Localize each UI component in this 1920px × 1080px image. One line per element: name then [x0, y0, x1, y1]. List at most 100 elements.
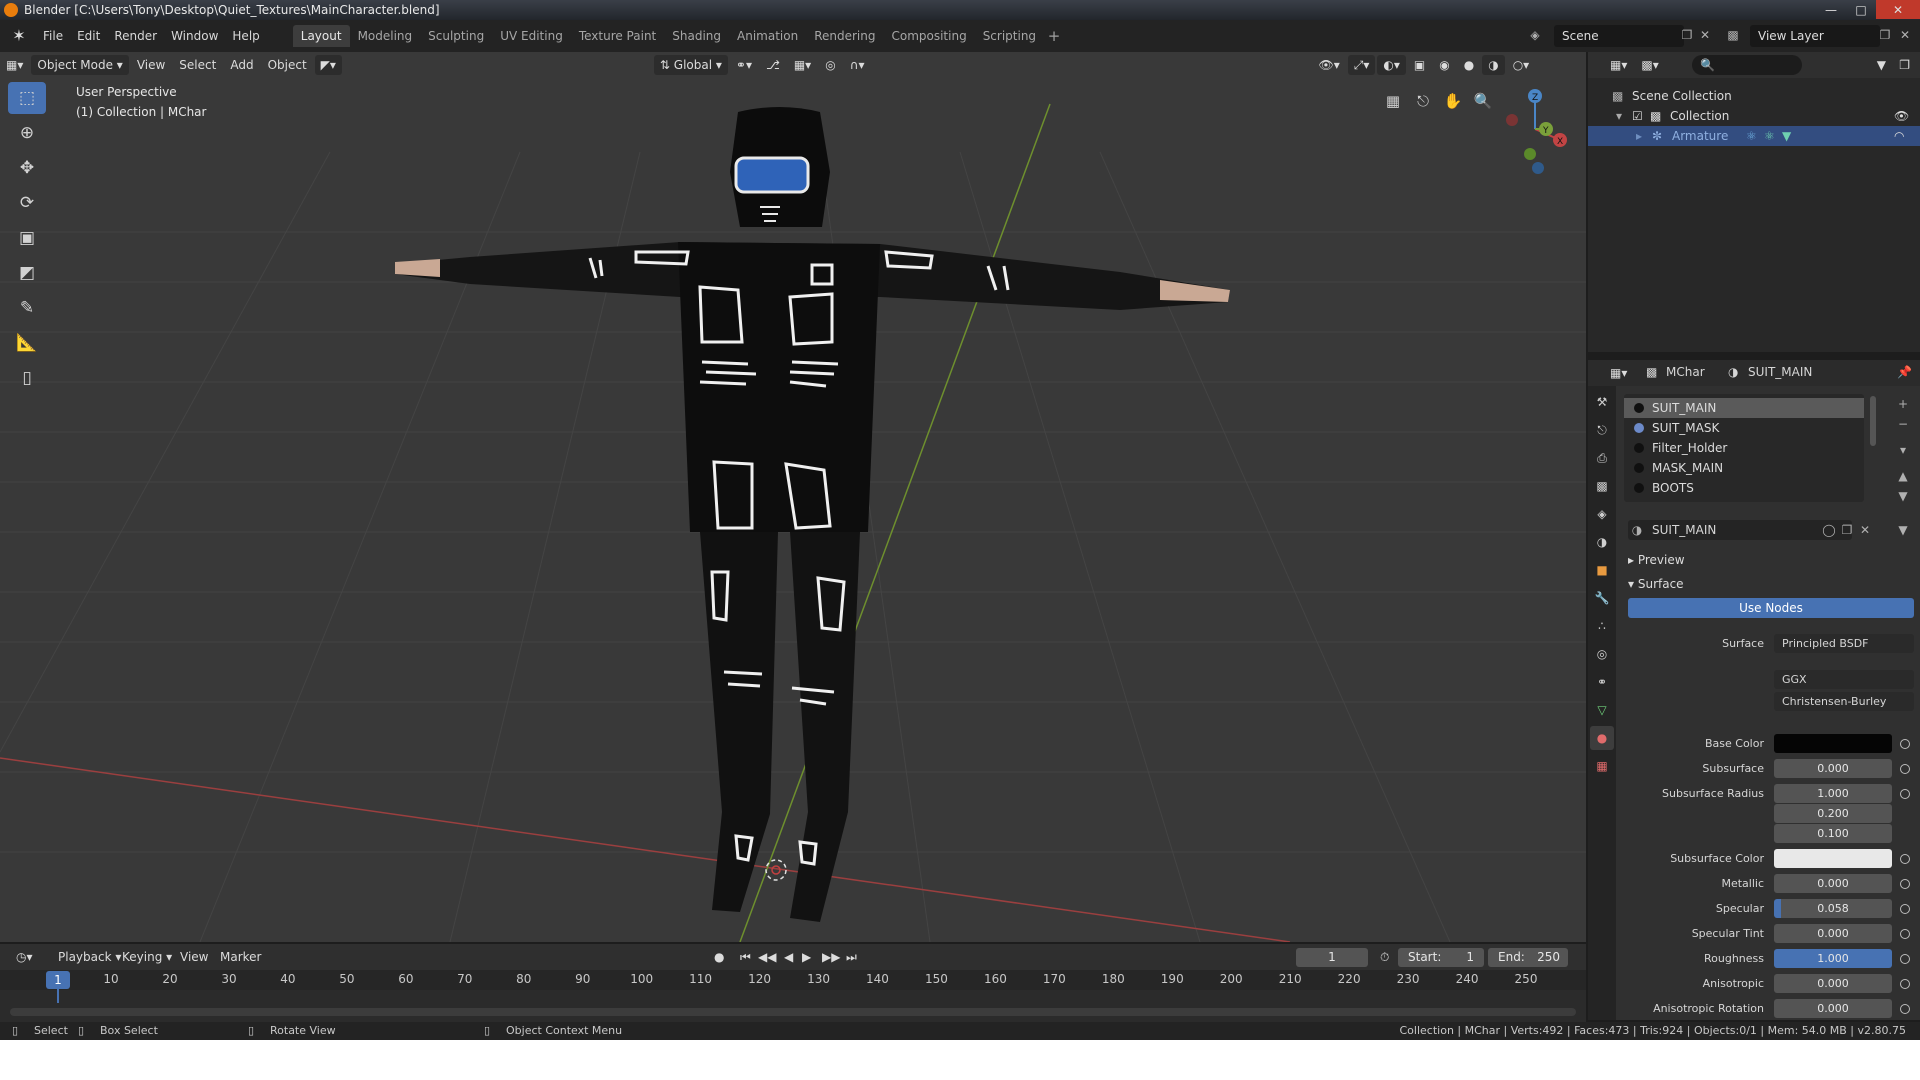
view-layer-field[interactable]: View Layer [1750, 25, 1880, 47]
tab-scripting[interactable]: Scripting [975, 25, 1044, 47]
pivot-icon[interactable]: ⚭▾ [730, 55, 758, 75]
record-icon[interactable]: ● [708, 947, 730, 967]
editor-type-icon[interactable]: ▦▾ [0, 55, 29, 75]
play-icon[interactable]: ▶ [796, 947, 817, 967]
distribution-dropdown[interactable]: GGX [1774, 670, 1914, 689]
socket-link-icon[interactable] [1900, 764, 1910, 774]
tab-rendering[interactable]: Rendering [806, 25, 883, 47]
delete-view-layer-icon[interactable]: ✕ [1896, 25, 1914, 45]
blender-menu-icon[interactable]: ✶ [10, 27, 28, 45]
view-layer-icon[interactable]: ▩ [1724, 25, 1742, 45]
scene-tab-icon[interactable]: ◈ [1590, 502, 1614, 526]
grid-view-icon[interactable]: ▦ [1378, 86, 1408, 116]
jump-end-icon[interactable]: ⏭ [840, 947, 863, 967]
tab-uv-editing[interactable]: UV Editing [492, 25, 571, 47]
eye-icon[interactable]: ◠ [1894, 126, 1904, 146]
proportional-edit-icon[interactable]: ◎ [819, 55, 841, 75]
checkbox-icon[interactable]: ☑ [1632, 106, 1643, 126]
menu-keying[interactable]: Keying ▾ [116, 947, 178, 967]
gizmo-toggle-icon[interactable]: ⤢▾ [1347, 55, 1376, 75]
property-value-field[interactable]: 0.058 [1774, 899, 1892, 918]
wireframe-shading-icon[interactable]: ◉ [1433, 55, 1455, 75]
view-layer-tab-icon[interactable]: ▩ [1590, 474, 1614, 498]
rotate-icon[interactable]: ⟳ [8, 187, 46, 219]
menu-render[interactable]: Render [107, 25, 164, 47]
socket-link-icon[interactable] [1900, 904, 1910, 914]
socket-link-icon[interactable] [1900, 789, 1910, 799]
constraints-tab-icon[interactable]: ⚭ [1590, 670, 1614, 694]
move-slot-up-icon[interactable]: ▲ [1894, 466, 1912, 486]
property-value-field[interactable]: 0.000 [1774, 999, 1892, 1018]
solid-shading-icon[interactable]: ● [1458, 55, 1480, 75]
timeline-editor-type-icon[interactable]: ◷▾ [10, 947, 39, 967]
fake-user-icon[interactable]: ◯ [1820, 520, 1838, 540]
menu-view[interactable]: View [131, 55, 171, 75]
browse-material-icon[interactable]: ◑ [1628, 520, 1646, 540]
material-browse-icon[interactable]: ▼ [1894, 520, 1912, 540]
add-slot-icon[interactable]: + [1894, 394, 1912, 414]
property-value-field[interactable]: 1.000 [1774, 949, 1892, 968]
navigation-gizmo[interactable]: X Z Y [1490, 84, 1580, 174]
stopwatch-icon[interactable]: ⏱ [1374, 947, 1395, 967]
minimize-icon[interactable]: — [1816, 0, 1846, 19]
material-slot[interactable]: SUIT_MAIN [1624, 398, 1864, 418]
material-name-field[interactable]: SUIT_MAIN [1628, 520, 1852, 540]
subsurface-method-dropdown[interactable]: Christensen-Burley [1774, 692, 1914, 711]
snap-target-icon[interactable]: ▦▾ [788, 55, 817, 75]
frame-ruler[interactable]: 1 10 20 30 40 50 60 70 80 90 100 110 120 130 140 150 160… [0, 970, 1586, 1003]
xray-icon[interactable]: ▣ [1408, 55, 1431, 75]
timeline-scrollbar[interactable] [10, 1008, 1576, 1016]
move-icon[interactable]: ✥ [8, 152, 46, 184]
eye-icon[interactable]: 👁 [1894, 106, 1909, 126]
property-value-field[interactable]: 0.000 [1774, 974, 1892, 993]
select-box-icon[interactable]: ⬚ [8, 82, 46, 114]
material-slot[interactable]: MASK_MAIN [1624, 458, 1864, 478]
menu-select[interactable]: Select [173, 55, 222, 75]
socket-link-icon[interactable] [1900, 879, 1910, 889]
property-value-field[interactable] [1774, 734, 1892, 753]
data-tab-icon[interactable]: ▽ [1590, 698, 1614, 722]
property-value-field[interactable]: 0.200 [1774, 804, 1892, 823]
new-collection-icon[interactable]: ❐ [1893, 55, 1916, 75]
scene-collection-row[interactable]: ▩ Scene Collection [1588, 86, 1920, 106]
menu-window[interactable]: Window [164, 25, 225, 47]
material-shading-icon[interactable]: ◑ [1482, 55, 1505, 75]
tool-tab-icon[interactable]: ⚒ [1590, 390, 1614, 414]
snap-mode-icon[interactable]: ◤▾ [314, 55, 342, 75]
cursor-icon[interactable]: ⊕ [8, 117, 46, 149]
visibility-icon[interactable]: 👁▾ [1313, 55, 1346, 75]
menu-help[interactable]: Help [225, 25, 266, 47]
scale-icon[interactable]: ▣ [8, 222, 46, 254]
camera-view-icon[interactable]: ⎋ [1408, 86, 1438, 116]
current-frame-indicator[interactable]: 1 [46, 971, 70, 989]
tab-layout[interactable]: Layout [292, 25, 350, 47]
menu-object[interactable]: Object [262, 55, 313, 75]
outliner-search-input[interactable]: 🔍 [1692, 55, 1802, 75]
pin-icon[interactable]: 📌 [1897, 365, 1912, 379]
render-tab-icon[interactable]: ⎋ [1590, 418, 1614, 442]
tab-animation[interactable]: Animation [729, 25, 806, 47]
property-value-field[interactable]: 0.000 [1774, 759, 1892, 778]
menu-file[interactable]: File [36, 25, 70, 47]
tab-texture-paint[interactable]: Texture Paint [571, 25, 664, 47]
end-frame-field[interactable]: End: 250 [1488, 948, 1568, 967]
expand-arrow-icon[interactable]: ▾ [1616, 106, 1622, 126]
preview-panel-header[interactable]: ▸ Preview [1628, 550, 1685, 570]
duplicate-material-icon[interactable]: ❐ [1838, 520, 1856, 540]
modifier-tab-icon[interactable]: 🔧 [1590, 586, 1614, 610]
surface-shader-field[interactable]: Principled BSDF [1774, 634, 1914, 653]
collapse-arrow-icon[interactable]: ▸ [1636, 126, 1642, 146]
snap-icon[interactable]: ⎇ [760, 55, 786, 75]
socket-link-icon[interactable] [1900, 929, 1910, 939]
material-slot[interactable]: BOOTS [1624, 478, 1864, 498]
context-material[interactable]: SUIT_MAIN [1748, 365, 1812, 379]
transform-icon[interactable]: ◩ [8, 257, 46, 289]
maximize-icon[interactable]: □ [1846, 0, 1876, 19]
property-value-field[interactable]: 0.000 [1774, 874, 1892, 893]
orientation-dropdown[interactable]: ⇅ Global ▾ [653, 55, 728, 75]
tab-modeling[interactable]: Modeling [350, 25, 421, 47]
add-cube-icon[interactable]: ▯ [8, 362, 46, 394]
3d-viewport[interactable]: ▦▾ Object Mode ▾ View Select Add Object … [0, 52, 1586, 942]
use-nodes-button[interactable]: Use Nodes [1628, 598, 1914, 618]
add-workspace-icon[interactable]: + [1044, 27, 1064, 45]
